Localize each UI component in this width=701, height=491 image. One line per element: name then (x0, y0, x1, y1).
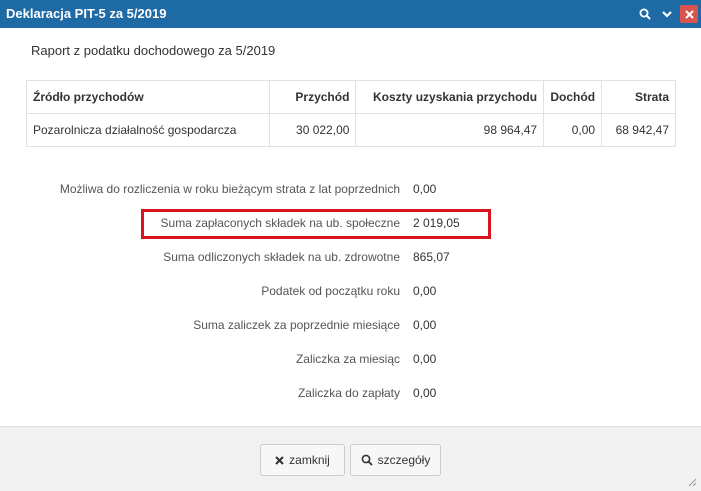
highlight-box (141, 209, 491, 239)
details-button-label: szczegóły (377, 453, 431, 467)
summary-label: Suma zaliczek za poprzednie miesiące (193, 318, 400, 332)
dialog-titlebar[interactable]: Deklaracja PIT-5 za 5/2019 (0, 0, 701, 28)
summary-value: 0,00 (413, 318, 437, 332)
column-header-source: Źródło przychodów (25, 80, 271, 114)
column-header-income: Dochód (543, 80, 603, 114)
report-title: Raport z podatku dochodowego za 5/2019 (31, 43, 276, 58)
close-icon (275, 455, 284, 465)
dialog-title: Deklaracja PIT-5 za 5/2019 (6, 6, 167, 21)
details-button[interactable]: szczegóły (350, 444, 441, 476)
cell-costs: 98 964,47 (355, 113, 545, 147)
summary-value: 0,00 (413, 182, 437, 196)
chevron-down-icon[interactable] (657, 4, 677, 24)
table-row: Pozarolnicza działalność gospodarcza 30 … (25, 113, 676, 147)
search-icon[interactable] (635, 4, 655, 24)
pit5-dialog: Deklaracja PIT-5 za 5/2019 Raport z poda… (0, 0, 701, 491)
column-header-loss: Strata (601, 80, 676, 114)
summary-row-prior-advances: Suma zaliczek za poprzednie miesiące 0,0… (0, 308, 701, 342)
summary-value: 0,00 (413, 386, 437, 400)
close-icon[interactable] (680, 5, 698, 23)
summary-label: Podatek od początku roku (261, 284, 400, 298)
summary-label: Zaliczka za miesiąc (295, 352, 400, 366)
summary-value: 865,07 (413, 250, 450, 264)
summary-row-monthly-advance: Zaliczka za miesiąc 0,00 (0, 342, 701, 376)
column-header-costs: Koszty uzyskania przychodu (355, 80, 545, 114)
cell-revenue: 30 022,00 (269, 113, 357, 147)
cell-income: 0,00 (543, 113, 603, 147)
dialog-footer: zamknij szczegóły (0, 426, 701, 491)
column-header-revenue: Przychód (269, 80, 357, 114)
cell-loss: 68 942,47 (601, 113, 676, 147)
summary-label: Suma odliczonych składek na ub. zdrowotn… (163, 250, 400, 264)
income-table: Źródło przychodów Przychód Koszty uzyska… (25, 80, 676, 147)
summary-row-health-contributions: Suma odliczonych składek na ub. zdrowotn… (0, 240, 701, 274)
close-button-label: zamknij (289, 453, 330, 467)
summary-value: 0,00 (413, 352, 437, 366)
table-header-row: Źródło przychodów Przychód Koszty uzyska… (25, 80, 676, 114)
summary-label: Możliwa do rozliczenia w roku bieżącym s… (59, 182, 400, 196)
resize-grip-icon[interactable] (687, 477, 697, 487)
summary-row-prior-loss: Możliwa do rozliczenia w roku bieżącym s… (0, 172, 701, 206)
summary-label: Zaliczka do zapłaty (297, 386, 400, 400)
cell-source: Pozarolnicza działalność gospodarcza (25, 113, 271, 147)
summary-row-advance-due: Zaliczka do zapłaty 0,00 (0, 376, 701, 410)
close-button[interactable]: zamknij (260, 444, 345, 476)
summary-value: 0,00 (413, 284, 437, 298)
summary-row-tax-ytd: Podatek od początku roku 0,00 (0, 274, 701, 308)
search-icon (361, 454, 373, 466)
